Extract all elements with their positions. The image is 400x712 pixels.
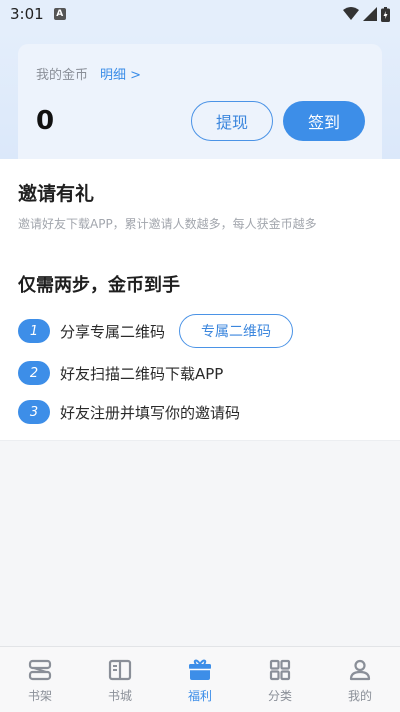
wifi-icon	[343, 7, 359, 20]
nav-label: 福利	[187, 689, 212, 703]
coin-label: 我的金币	[36, 68, 89, 83]
open-book-icon	[108, 659, 132, 681]
nav-label: 书城	[107, 689, 132, 703]
gift-icon	[189, 659, 211, 680]
withdraw-button[interactable]: 提现	[191, 101, 273, 141]
signal-icon	[363, 7, 377, 21]
nav-item-welfare[interactable]: 福利	[160, 647, 240, 712]
status-bar: 3:01 A	[0, 0, 400, 28]
status-time: 3:01	[10, 5, 44, 23]
person-icon	[349, 659, 371, 681]
step-text: 分享专属二维码	[60, 322, 166, 341]
coin-count: 0	[36, 106, 55, 136]
nav-item-bookshelf[interactable]: 书架	[0, 647, 80, 712]
step-item: 3 好友注册并填写你的邀请码	[18, 400, 240, 424]
coin-card: 我的金币 明细 > 0 提现 签到	[18, 44, 382, 160]
step-item: 1 分享专属二维码 专属二维码	[18, 314, 294, 348]
step-text: 好友注册并填写你的邀请码	[60, 403, 241, 422]
status-icons	[343, 6, 390, 22]
qr-code-button[interactable]: 专属二维码	[179, 314, 294, 348]
step-number: 3	[18, 400, 50, 424]
signin-button[interactable]: 签到	[283, 101, 365, 141]
nav-label: 书架	[27, 689, 52, 703]
invite-title: 邀请有礼	[18, 183, 95, 205]
step-item: 2 好友扫描二维码下载APP	[18, 361, 223, 385]
battery-icon	[381, 6, 390, 22]
notification-icon: A	[53, 8, 66, 20]
grid-icon	[269, 659, 291, 681]
nav-label: 分类	[267, 689, 292, 703]
bottom-nav: 书架 书城 福利 分类 我的	[0, 646, 400, 712]
bookshelf-icon	[28, 659, 52, 681]
nav-item-mine[interactable]: 我的	[320, 647, 400, 712]
nav-item-bookstore[interactable]: 书城	[80, 647, 160, 712]
nav-label: 我的	[347, 689, 372, 703]
nav-item-category[interactable]: 分类	[240, 647, 320, 712]
invite-section: 邀请有礼 邀请好友下载APP，累计邀请人数越多，每人获金币越多 仅需两步，金币到…	[0, 159, 400, 441]
step-number: 2	[18, 361, 50, 385]
invite-description: 邀请好友下载APP，累计邀请人数越多，每人获金币越多	[18, 217, 317, 231]
coin-detail-link[interactable]: 明细 >	[100, 64, 141, 83]
step-text: 好友扫描二维码下载APP	[60, 364, 224, 383]
steps-title: 仅需两步，金币到手	[18, 275, 180, 296]
step-number: 1	[18, 319, 50, 343]
